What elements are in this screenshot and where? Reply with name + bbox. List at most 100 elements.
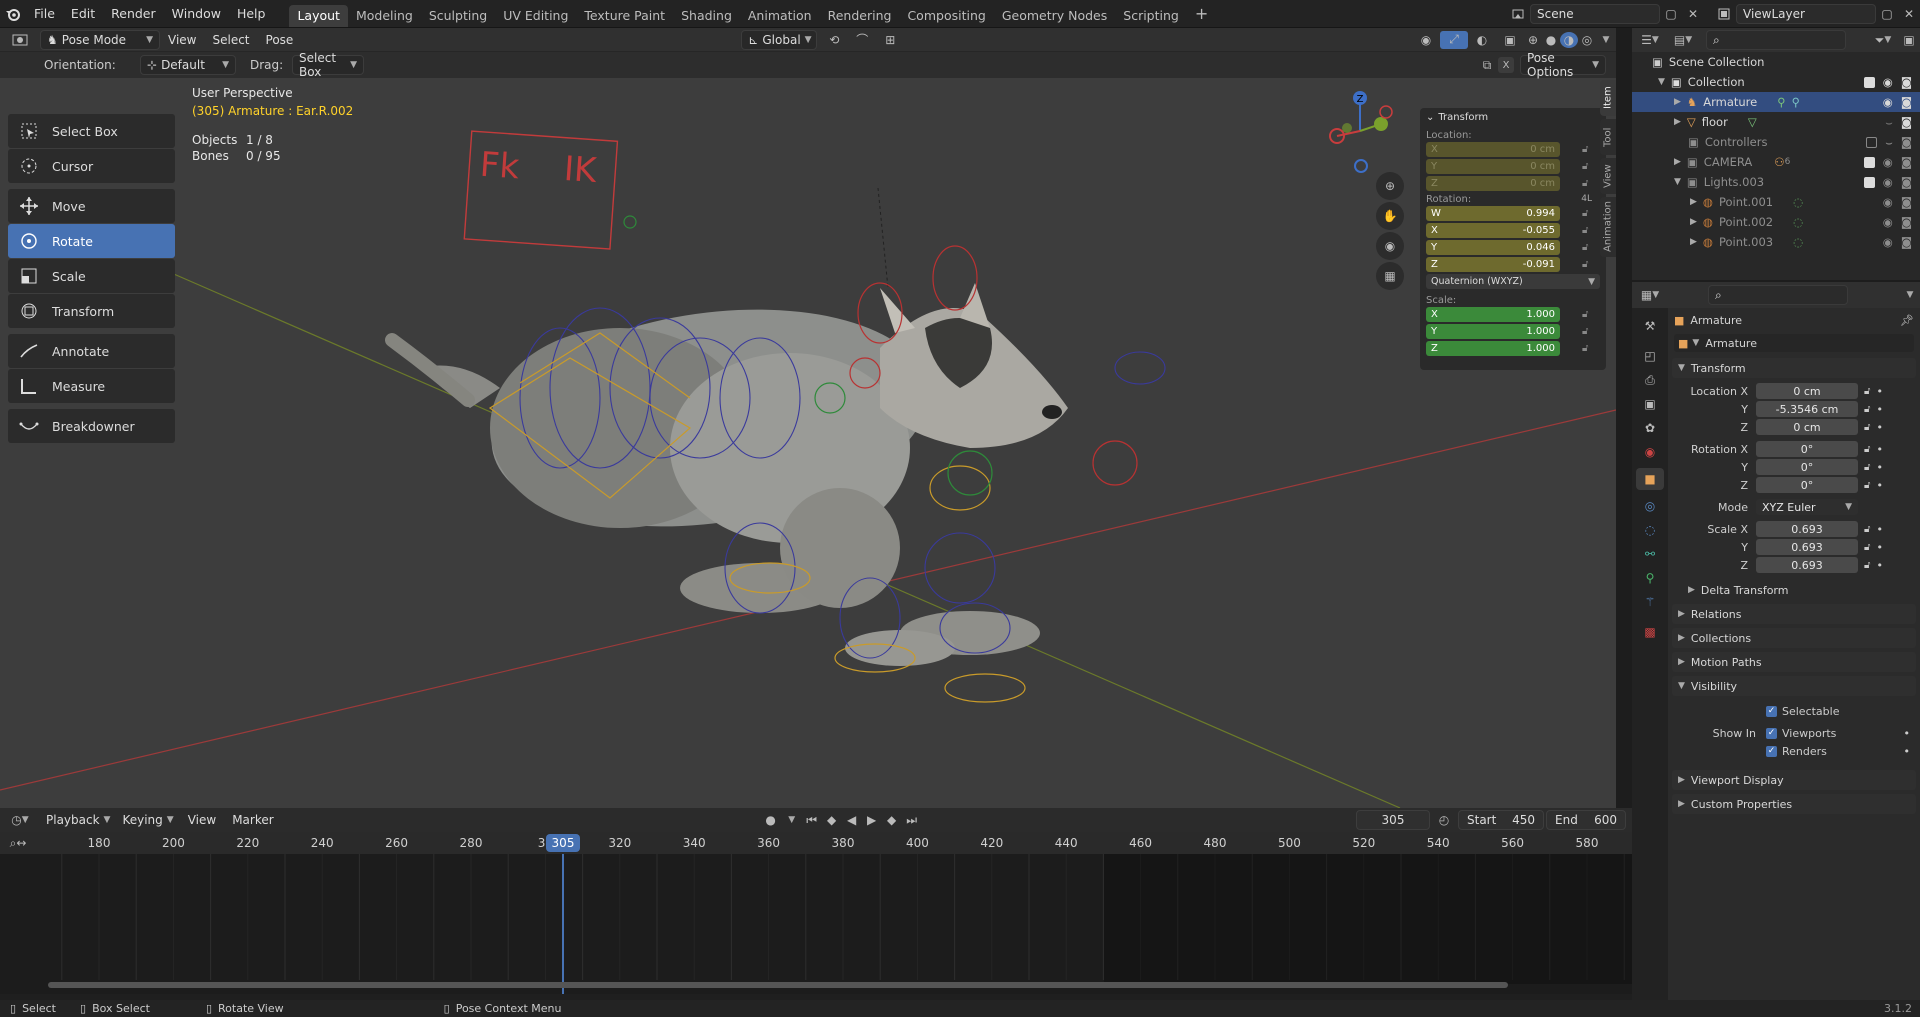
delete-scene-icon[interactable]: ✕ <box>1682 7 1704 21</box>
eye-icon[interactable]: ◉ <box>1883 215 1893 229</box>
keyframe-dot[interactable]: • <box>1876 541 1883 554</box>
scale-z-input[interactable]: 0.693 <box>1756 557 1858 573</box>
viewport-display-section[interactable]: ▶ Viewport Display <box>1672 770 1916 790</box>
outliner-row-floor[interactable]: ▶ ▽ floor ▽ ⌣ ◙ <box>1632 112 1920 132</box>
keyframe-dot[interactable]: • <box>1876 559 1883 572</box>
exclude-checkbox[interactable] <box>1863 176 1875 188</box>
keyframe-dot[interactable]: • <box>1876 479 1883 492</box>
mode-selector[interactable]: ♞ Pose Mode ▼ <box>40 29 160 50</box>
clock-icon[interactable]: ◴ <box>1430 813 1458 827</box>
lock-icon[interactable]: 🔓︎ <box>1864 444 1870 455</box>
armature-data-icon[interactable]: ⚲ <box>1792 95 1800 109</box>
current-frame-field[interactable]: 305 <box>1356 810 1430 830</box>
play-icon[interactable]: ▶ <box>862 813 882 827</box>
eye-icon[interactable]: ◉ <box>1883 75 1893 89</box>
prev-keyframe-icon[interactable]: ◆ <box>822 813 842 827</box>
timeline-track-area[interactable] <box>0 854 1632 994</box>
keyframe-dot[interactable]: • <box>1876 443 1883 456</box>
scale-x-field[interactable]: X 1.000 <box>1426 306 1560 322</box>
start-frame-field[interactable]: Start 450 <box>1458 810 1544 830</box>
camera-icon[interactable]: ◙ <box>1901 175 1912 189</box>
scale-x-input[interactable]: 0.693 <box>1756 521 1858 537</box>
new-scene-icon[interactable]: ▢ <box>1660 7 1682 21</box>
keyframe-dot[interactable]: • <box>1876 421 1883 434</box>
viewports-checkbox[interactable]: ✓ <box>1766 727 1777 739</box>
new-collection-icon[interactable]: ▣ <box>1898 33 1920 47</box>
location-z-field[interactable]: Z0 cm <box>1426 175 1560 191</box>
tool-move[interactable]: Move <box>8 189 175 223</box>
camera-icon[interactable]: ◙ <box>1901 135 1912 149</box>
location-x-input[interactable]: 0 cm <box>1756 383 1858 399</box>
next-keyframe-icon[interactable]: ◆ <box>882 813 902 827</box>
tab-shading[interactable]: Shading <box>673 5 740 27</box>
delete-view-layer-icon[interactable]: ✕ <box>1898 7 1920 21</box>
rotation-4l-toggle[interactable]: 4L <box>1581 194 1592 205</box>
eye-hidden-icon[interactable]: ⌣ <box>1885 115 1893 130</box>
delta-transform-section[interactable]: ▶ Delta Transform <box>1682 580 1916 600</box>
playhead-line[interactable] <box>562 854 564 994</box>
pan-hand-icon[interactable]: ✋ <box>1376 202 1404 230</box>
add-workspace-button[interactable]: + <box>1187 0 1216 28</box>
tab-geometry-nodes[interactable]: Geometry Nodes <box>994 5 1115 27</box>
exclude-checkbox[interactable] <box>1863 156 1875 168</box>
snap-icon[interactable]: ⌒ <box>851 31 873 48</box>
location-y-field[interactable]: Y0 cm <box>1426 158 1560 174</box>
new-view-layer-icon[interactable]: ▢ <box>1876 7 1898 21</box>
modifiers-tab-icon[interactable]: ◎ <box>1640 496 1660 516</box>
keying-menu[interactable]: Keying ▼ <box>116 810 179 830</box>
exclude-checkbox[interactable] <box>1866 136 1878 148</box>
world-tab-icon[interactable]: ◉ <box>1640 442 1660 462</box>
overlay-toggle-icon[interactable]: ◐ <box>1468 33 1496 47</box>
scale-y-field[interactable]: Y 1.000 <box>1426 323 1560 339</box>
shading-options-icon[interactable]: ▼ <box>1596 35 1616 45</box>
location-z-input[interactable]: 0 cm <box>1756 419 1858 435</box>
rotation-y-input[interactable]: 0° <box>1756 459 1858 475</box>
jump-end-icon[interactable]: ⏭ <box>902 813 922 828</box>
lock-icon[interactable]: 🔓︎ <box>1582 326 1588 337</box>
tool-transform[interactable]: Transform <box>8 294 175 328</box>
rotation-z-input[interactable]: 0° <box>1756 477 1858 493</box>
solid-shading-icon[interactable]: ● <box>1542 33 1560 47</box>
tab-tool[interactable]: Tool <box>1600 119 1616 155</box>
lock-icon[interactable]: 🔓︎ <box>1582 225 1588 236</box>
menu-select[interactable]: Select <box>204 33 257 47</box>
menu-view[interactable]: View <box>160 33 204 47</box>
rotation-mode-dropdown[interactable]: Quaternion (WXYZ) ▼ <box>1426 274 1600 289</box>
transform-section-header[interactable]: ▼ Transform <box>1672 358 1916 378</box>
tab-view[interactable]: View <box>1600 158 1616 194</box>
drag-dropdown[interactable]: Select Box ▼ <box>292 51 364 79</box>
camera-icon[interactable]: ◙ <box>1901 215 1912 229</box>
rotation-x-input[interactable]: 0° <box>1756 441 1858 457</box>
light-data-icon[interactable]: ◌ <box>1793 235 1803 249</box>
visibility-section[interactable]: ▼ Visibility <box>1672 676 1916 696</box>
texture-tab-icon[interactable]: ▩ <box>1640 622 1660 642</box>
orientation-dropdown[interactable]: ⊹ Default ▼ <box>140 55 236 75</box>
camera-icon[interactable]: ◙ <box>1901 95 1912 109</box>
xray-toggle-icon[interactable]: ▣ <box>1496 33 1524 47</box>
collapse-chevron-icon[interactable]: ⌄ <box>1426 112 1434 123</box>
keyframe-dropdown-icon[interactable]: ▼ <box>782 815 802 825</box>
tab-scripting[interactable]: Scripting <box>1115 5 1187 27</box>
properties-search-input[interactable]: ⌕ <box>1708 285 1848 305</box>
tab-modeling[interactable]: Modeling <box>348 5 421 27</box>
lock-icon[interactable]: 🔓︎ <box>1864 524 1870 535</box>
keyframe-dot[interactable]: • <box>1876 461 1883 474</box>
eye-icon[interactable]: ◉ <box>1883 235 1893 249</box>
visibility-icon[interactable]: ◉ <box>1412 33 1440 47</box>
rendered-shading-icon[interactable]: ◎ <box>1578 33 1596 47</box>
constraints-tab-icon[interactable]: ⚯ <box>1640 544 1660 564</box>
rotation-mode-select[interactable]: XYZ Euler ▼ <box>1756 499 1858 515</box>
timeline-view-menu[interactable]: View <box>180 813 224 827</box>
tab-layout[interactable]: Layout <box>289 4 348 27</box>
menu-edit[interactable]: Edit <box>63 0 103 28</box>
play-reverse-icon[interactable]: ◀ <box>842 813 862 827</box>
lock-icon[interactable]: 🔓︎ <box>1864 422 1870 433</box>
eye-icon[interactable]: ◉ <box>1883 195 1893 209</box>
lock-icon[interactable]: 🔓︎ <box>1582 161 1588 172</box>
eye-icon[interactable]: ◉ <box>1883 155 1893 169</box>
physics-tab-icon[interactable]: ◌ <box>1640 520 1660 540</box>
eye-icon[interactable]: ◉ <box>1883 175 1893 189</box>
exclude-checkbox[interactable] <box>1863 76 1875 88</box>
outliner-search-input[interactable]: ⌕ <box>1706 30 1846 50</box>
lock-icon[interactable]: 🔓︎ <box>1582 259 1588 270</box>
